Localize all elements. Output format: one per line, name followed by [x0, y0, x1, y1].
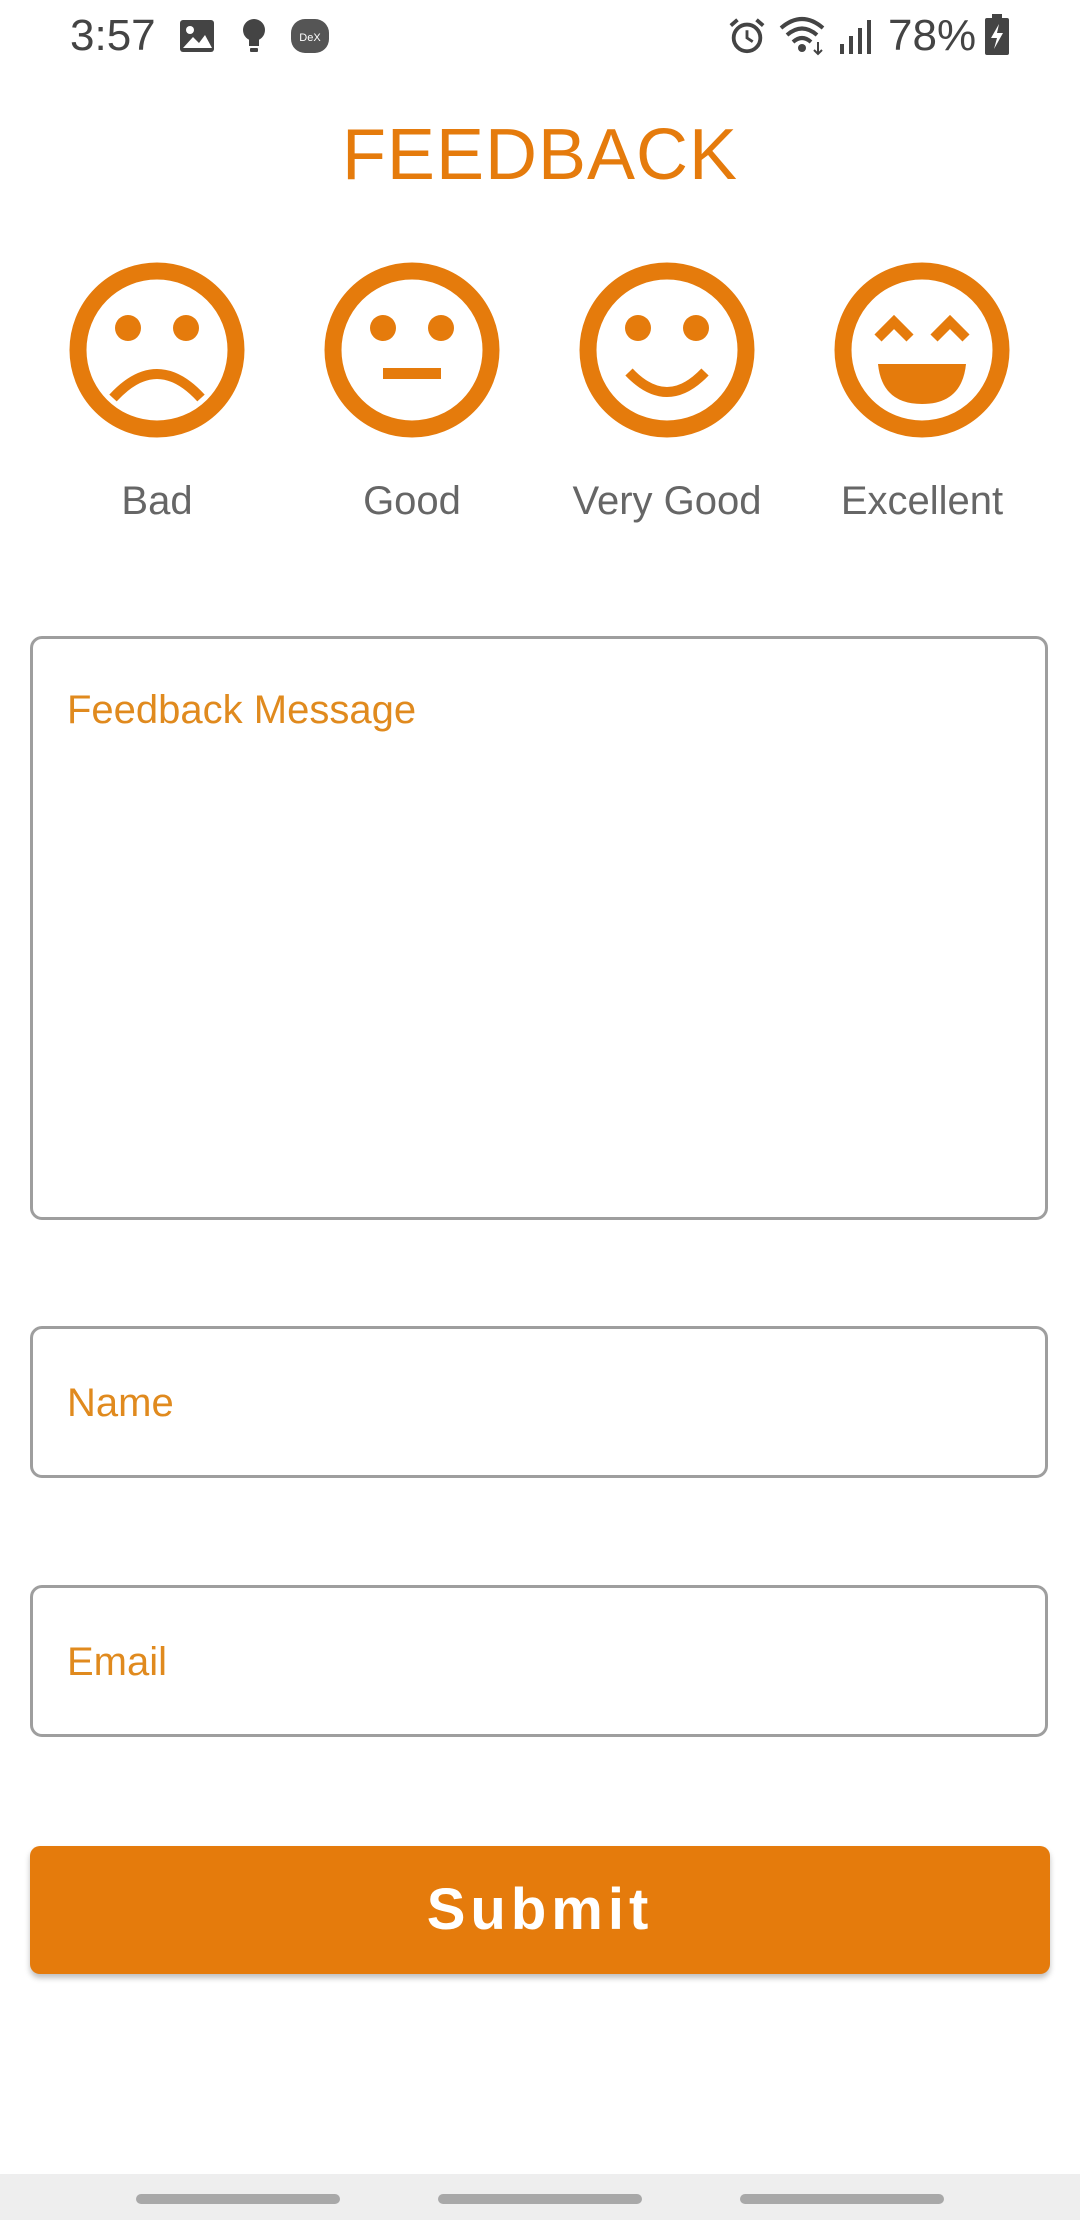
- lightbulb-icon: [243, 19, 265, 52]
- feedback-message-placeholder: Feedback Message: [67, 688, 417, 732]
- email-field[interactable]: Email: [30, 1585, 1048, 1737]
- submit-button[interactable]: Submit: [30, 1846, 1050, 1974]
- status-bar: 3:57 DeX 78%: [0, 0, 1080, 72]
- rating-option-good[interactable]: Good: [302, 262, 522, 542]
- nav-home-button[interactable]: [438, 2194, 642, 2204]
- svg-text:DeX: DeX: [299, 32, 321, 44]
- rating-label-excellent: Excellent: [840, 479, 1004, 523]
- name-placeholder: Name: [67, 1381, 174, 1425]
- image-icon: [180, 20, 214, 52]
- sad-face-icon: [69, 262, 245, 438]
- rating-option-bad[interactable]: Bad: [47, 262, 267, 542]
- rating-label-good: Good: [363, 479, 461, 523]
- rating-option-very-good[interactable]: Very Good: [557, 262, 777, 542]
- rating-option-excellent[interactable]: Excellent: [812, 262, 1032, 542]
- smile-face-icon: [579, 262, 755, 438]
- rating-label-bad: Bad: [121, 479, 193, 523]
- alarm-icon: [729, 18, 765, 54]
- laughing-face-icon: [834, 262, 1010, 438]
- rating-label-very-good: Very Good: [572, 479, 762, 523]
- feedback-screen: 3:57 DeX 78% FEEDBACK Bad Good Very Good…: [0, 0, 1080, 2220]
- page-title: FEEDBACK: [341, 115, 739, 195]
- status-time: 3:57: [70, 11, 156, 60]
- feedback-message-field[interactable]: Feedback Message: [30, 636, 1048, 1220]
- battery-charging-icon: [985, 14, 1009, 55]
- wifi-icon: [779, 17, 825, 56]
- nav-recents-button[interactable]: [136, 2194, 340, 2204]
- dex-icon: DeX: [291, 19, 329, 53]
- signal-icon: [840, 20, 871, 54]
- nav-back-button[interactable]: [740, 2194, 944, 2204]
- battery-percent: 78%: [888, 11, 977, 60]
- email-placeholder: Email: [67, 1640, 168, 1684]
- name-field[interactable]: Name: [30, 1326, 1048, 1478]
- navigation-bar: [0, 2174, 1080, 2220]
- neutral-face-icon: [324, 262, 500, 438]
